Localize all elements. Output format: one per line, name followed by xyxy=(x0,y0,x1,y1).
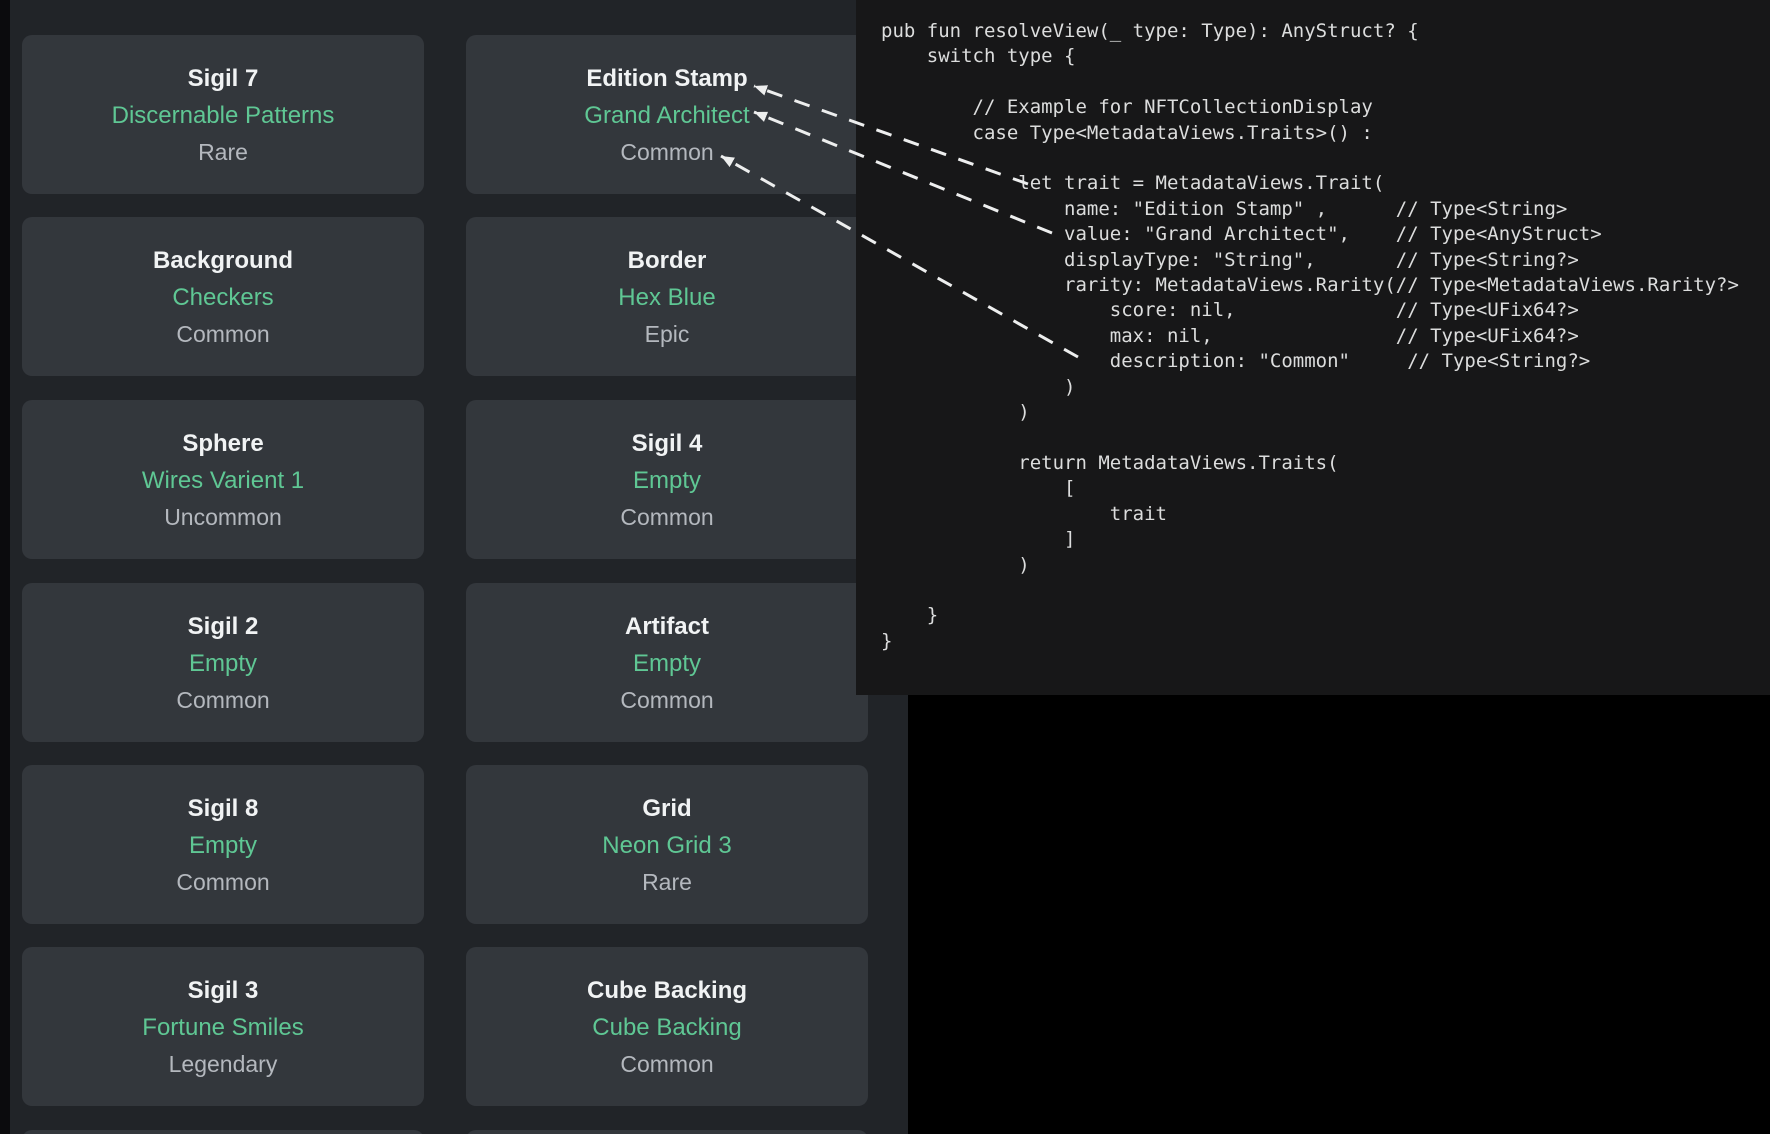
trait-card: Background Checkers Common xyxy=(22,217,424,376)
trait-card-partial xyxy=(466,1130,868,1134)
trait-title: Border xyxy=(466,248,868,274)
trait-variant: Fortune Smiles xyxy=(22,1015,424,1041)
trait-variant: Empty xyxy=(466,651,868,677)
trait-variant: Checkers xyxy=(22,285,424,311)
trait-card: Sigil 2 Empty Common xyxy=(22,583,424,742)
trait-rarity: Common xyxy=(466,504,868,530)
trait-title: Sigil 8 xyxy=(22,796,424,822)
trait-rarity: Uncommon xyxy=(22,504,424,530)
trait-title: Sigil 7 xyxy=(22,66,424,92)
trait-card: Sphere Wires Varient 1 Uncommon xyxy=(22,400,424,559)
trait-variant: Neon Grid 3 xyxy=(466,833,868,859)
trait-variant: Discernable Patterns xyxy=(22,103,424,129)
trait-title: Grid xyxy=(466,796,868,822)
code-panel: pub fun resolveView(_ type: Type): AnySt… xyxy=(856,0,1770,695)
trait-variant: Wires Varient 1 xyxy=(22,468,424,494)
trait-rarity: Common xyxy=(22,687,424,713)
trait-title: Cube Backing xyxy=(466,978,868,1004)
trait-card: Cube Backing Cube Backing Common xyxy=(466,947,868,1106)
trait-variant: Empty xyxy=(22,651,424,677)
trait-rarity: Common xyxy=(466,687,868,713)
trait-card: Grid Neon Grid 3 Rare xyxy=(466,765,868,924)
trait-rarity: Rare xyxy=(466,869,868,895)
trait-title: Artifact xyxy=(466,614,868,640)
trait-rarity: Legendary xyxy=(22,1051,424,1077)
trait-title: Sphere xyxy=(22,431,424,457)
trait-rarity: Common xyxy=(466,1051,868,1077)
trait-card: Artifact Empty Common xyxy=(466,583,868,742)
trait-rarity: Rare xyxy=(22,139,424,165)
trait-title: Sigil 3 xyxy=(22,978,424,1004)
trait-card: Edition Stamp Grand Architect Common xyxy=(466,35,868,194)
trait-variant: Cube Backing xyxy=(466,1015,868,1041)
trait-variant: Empty xyxy=(466,468,868,494)
trait-variant: Hex Blue xyxy=(466,285,868,311)
code-snippet: pub fun resolveView(_ type: Type): AnySt… xyxy=(856,0,1770,654)
trait-card: Sigil 7 Discernable Patterns Rare xyxy=(22,35,424,194)
trait-rarity: Common xyxy=(22,321,424,347)
trait-variant: Grand Architect xyxy=(466,103,868,129)
trait-title: Sigil 2 xyxy=(22,614,424,640)
trait-card: Border Hex Blue Epic xyxy=(466,217,868,376)
trait-rarity: Epic xyxy=(466,321,868,347)
trait-card-partial xyxy=(22,1130,424,1134)
trait-title: Sigil 4 xyxy=(466,431,868,457)
trait-card: Sigil 4 Empty Common xyxy=(466,400,868,559)
trait-title: Edition Stamp xyxy=(466,66,868,92)
trait-title: Background xyxy=(22,248,424,274)
trait-rarity: Common xyxy=(22,869,424,895)
screenshot-stage: Sigil 7 Discernable Patterns Rare Edition S… xyxy=(0,0,1770,1134)
trait-variant: Empty xyxy=(22,833,424,859)
trait-card: Sigil 3 Fortune Smiles Legendary xyxy=(22,947,424,1106)
trait-card: Sigil 8 Empty Common xyxy=(22,765,424,924)
traits-grid: Sigil 7 Discernable Patterns Rare Edition S… xyxy=(0,0,908,1134)
trait-rarity: Common xyxy=(466,139,868,165)
